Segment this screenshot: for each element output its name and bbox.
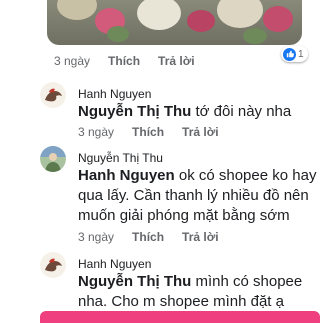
comment-actions: 3 ngày Thích Trả lời	[54, 54, 195, 68]
mention-link[interactable]: Nguyễn Thị Thu	[78, 103, 191, 120]
reply-button[interactable]: Trả lời	[158, 54, 195, 68]
comment-body-line: mình có shopee	[191, 273, 303, 290]
reaction-count: 1	[298, 48, 304, 60]
comment-body-line: muốn giải phóng mặt bằng sớm	[78, 207, 290, 224]
comment-body-line: ok có shopee ko hay	[174, 167, 317, 184]
like-button[interactable]: Thích	[132, 230, 164, 244]
comment-body: tớ đôi này nha	[191, 103, 292, 120]
comment-actions: 3 ngày Thích Trả lời	[78, 125, 219, 139]
like-reaction-icon	[283, 47, 296, 61]
comment-body-line: nha. Cho m shopee mình đặt ạ	[78, 293, 284, 310]
reaction-badge[interactable]: 1	[281, 46, 308, 62]
comment-text: Nguyễn Thị Thu tớ đôi này nha	[78, 102, 291, 122]
comment-actions: 3 ngày Thích Trả lời	[78, 230, 219, 244]
comment-author[interactable]: Nguyễn Thị Thu	[78, 151, 163, 165]
avatar[interactable]	[40, 82, 66, 108]
comment-author[interactable]: Hanh Nguyen	[78, 87, 151, 101]
comment-author[interactable]: Hanh Nguyen	[78, 257, 151, 271]
comment-photo[interactable]	[47, 0, 302, 45]
avatar[interactable]	[40, 252, 66, 278]
comment-time[interactable]: 3 ngày	[78, 125, 114, 139]
like-button[interactable]: Thích	[108, 54, 140, 68]
comment-text: Nguyễn Thị Thu mình có shopee nha. Cho m…	[78, 272, 302, 312]
reply-button[interactable]: Trả lời	[182, 125, 219, 139]
comment-text: Hanh Nguyen ok có shopee ko hay qua lấy.…	[78, 166, 316, 226]
mention-link[interactable]: Nguyễn Thị Thu	[78, 273, 191, 290]
bottom-banner	[40, 311, 320, 323]
avatar[interactable]	[40, 146, 66, 172]
like-button[interactable]: Thích	[132, 125, 164, 139]
comment-time[interactable]: 3 ngày	[54, 54, 90, 68]
reply-button[interactable]: Trả lời	[182, 230, 219, 244]
comment-body-line: qua lấy. Cần thanh lý nhiều đồ nên	[78, 187, 309, 204]
comment-time[interactable]: 3 ngày	[78, 230, 114, 244]
mention-link[interactable]: Hanh Nguyen	[78, 167, 175, 184]
